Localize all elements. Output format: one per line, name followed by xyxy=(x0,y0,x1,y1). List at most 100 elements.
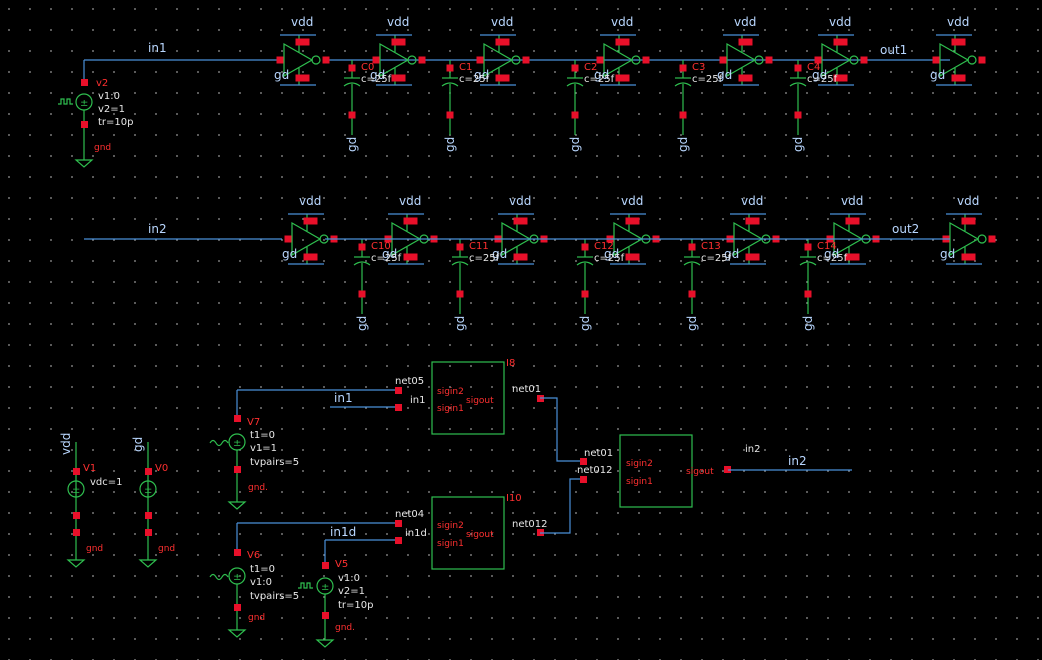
svg-text:V1: V1 xyxy=(83,463,96,474)
gd-label: gd xyxy=(282,247,297,261)
vdd-label: vdd xyxy=(841,194,863,208)
grid-dots xyxy=(0,0,1042,660)
svg-text:gd: gd xyxy=(801,316,815,331)
svg-text:v2=1: v2=1 xyxy=(338,586,365,597)
schematic-svg[interactable]: in1 out1 vdd gd vdd gd vdd gd vdd gd vdd gd vdd gd v… xyxy=(0,0,1042,660)
svg-text:vdd: vdd xyxy=(59,433,73,455)
svg-text:gd: gd xyxy=(453,316,467,331)
svg-text:±: ± xyxy=(321,582,329,593)
svg-text:vdc=1: vdc=1 xyxy=(90,477,123,488)
svg-text:C12: C12 xyxy=(594,241,614,252)
schematic-canvas[interactable]: in1 out1 vdd gd vdd gd vdd gd vdd gd vdd gd vdd gd v… xyxy=(0,0,1042,660)
svg-text:sigin1: sigin1 xyxy=(626,477,653,487)
svg-text:sigout: sigout xyxy=(466,530,494,540)
svg-text:gd: gd xyxy=(568,137,582,152)
svg-text:gd: gd xyxy=(131,437,145,452)
svg-text:V0: V0 xyxy=(155,463,168,474)
svg-text:C2: C2 xyxy=(584,62,597,73)
svg-text:C11: C11 xyxy=(469,241,489,252)
svg-text:net05: net05 xyxy=(395,376,424,387)
svg-text:gd: gd xyxy=(345,137,359,152)
net-label-in1-bottom: in1 xyxy=(334,391,353,405)
svg-text:gnd: gnd xyxy=(248,613,265,623)
vdd-label: vdd xyxy=(291,15,313,29)
svg-text:sigout: sigout xyxy=(466,396,494,406)
vdd-label: vdd xyxy=(387,15,409,29)
vdd-label: vdd xyxy=(734,15,756,29)
svg-text:sigin2: sigin2 xyxy=(437,521,464,531)
svg-text:net04: net04 xyxy=(395,509,424,520)
svg-text:c=25f: c=25f xyxy=(469,253,500,264)
svg-text:sigin1: sigin1 xyxy=(437,404,464,414)
svg-text:c=25f: c=25f xyxy=(817,253,848,264)
svg-text:sigin2: sigin2 xyxy=(626,459,653,469)
svg-text:V7: V7 xyxy=(247,417,260,428)
svg-text:sigin2: sigin2 xyxy=(437,387,464,397)
svg-text:v1:0: v1:0 xyxy=(98,91,120,102)
svg-text:gnd.: gnd. xyxy=(248,483,268,493)
vdd-label: vdd xyxy=(829,15,851,29)
svg-text:in2: in2 xyxy=(788,454,807,468)
svg-text:tvpairs=5: tvpairs=5 xyxy=(250,457,299,468)
svg-text:net012: net012 xyxy=(512,519,548,530)
svg-text:V6: V6 xyxy=(247,550,260,561)
svg-text:c=25f: c=25f xyxy=(459,74,490,85)
vdd-label: vdd xyxy=(621,194,643,208)
svg-text:I8: I8 xyxy=(506,358,515,369)
svg-text:c=25f: c=25f xyxy=(692,74,723,85)
svg-text:±: ± xyxy=(80,98,88,109)
vdd-label: vdd xyxy=(611,15,633,29)
net-label-out2: out2 xyxy=(892,222,919,236)
svg-text:C0: C0 xyxy=(361,62,374,73)
svg-text:C4: C4 xyxy=(807,62,820,73)
svg-text:net01: net01 xyxy=(584,448,613,459)
svg-text:v1:0: v1:0 xyxy=(338,573,360,584)
svg-text:C14: C14 xyxy=(817,241,837,252)
svg-text:v2: v2 xyxy=(96,78,108,89)
svg-text:C3: C3 xyxy=(692,62,705,73)
svg-text:C1: C1 xyxy=(459,62,472,73)
svg-text:in2: in2 xyxy=(745,444,760,455)
vdd-label: vdd xyxy=(491,15,513,29)
svg-text:gnd: gnd xyxy=(94,143,111,153)
svg-text:c=25f: c=25f xyxy=(371,253,402,264)
svg-text:±: ± xyxy=(72,485,80,496)
svg-text:v1:0: v1:0 xyxy=(250,577,272,588)
svg-text:t1=0: t1=0 xyxy=(250,564,275,575)
svg-text:sigout: sigout xyxy=(686,467,714,477)
net-label-in2: in2 xyxy=(148,222,167,236)
svg-text:gd: gd xyxy=(676,137,690,152)
svg-text:gd: gd xyxy=(685,316,699,331)
svg-text:gd: gd xyxy=(791,137,805,152)
svg-text:gnd: gnd xyxy=(158,544,175,554)
net-label-out1: out1 xyxy=(880,43,907,57)
svg-text:C10: C10 xyxy=(371,241,391,252)
svg-text:v1=1: v1=1 xyxy=(250,443,277,454)
svg-text:tr=10p: tr=10p xyxy=(98,117,133,128)
svg-text:I10: I10 xyxy=(506,493,522,504)
svg-text:in1: in1 xyxy=(410,395,425,406)
vdd-label: vdd xyxy=(399,194,421,208)
svg-text:gd: gd xyxy=(355,316,369,331)
svg-text:±: ± xyxy=(233,438,241,449)
svg-text:tvpairs=5: tvpairs=5 xyxy=(250,591,299,602)
svg-text:c=25f: c=25f xyxy=(584,74,615,85)
svg-text:net01: net01 xyxy=(512,384,541,395)
svg-text:±: ± xyxy=(233,572,241,583)
net-label-in1d: in1d xyxy=(330,525,356,539)
gd-label: gd xyxy=(274,68,289,82)
svg-text:gnd.: gnd. xyxy=(335,623,355,633)
svg-text:V5: V5 xyxy=(335,559,348,570)
svg-text:in1d: in1d xyxy=(405,528,427,539)
vdd-label: vdd xyxy=(947,15,969,29)
svg-text:±: ± xyxy=(144,485,152,496)
vdd-label: vdd xyxy=(741,194,763,208)
gd-label: gd xyxy=(940,247,955,261)
vdd-label: vdd xyxy=(957,194,979,208)
svg-text:tr=10p: tr=10p xyxy=(338,600,373,611)
svg-text:gnd: gnd xyxy=(86,544,103,554)
vdd-label: vdd xyxy=(509,194,531,208)
svg-text:v2=1: v2=1 xyxy=(98,104,125,115)
net-label-in1: in1 xyxy=(148,41,167,55)
svg-text:c=25f: c=25f xyxy=(807,74,838,85)
